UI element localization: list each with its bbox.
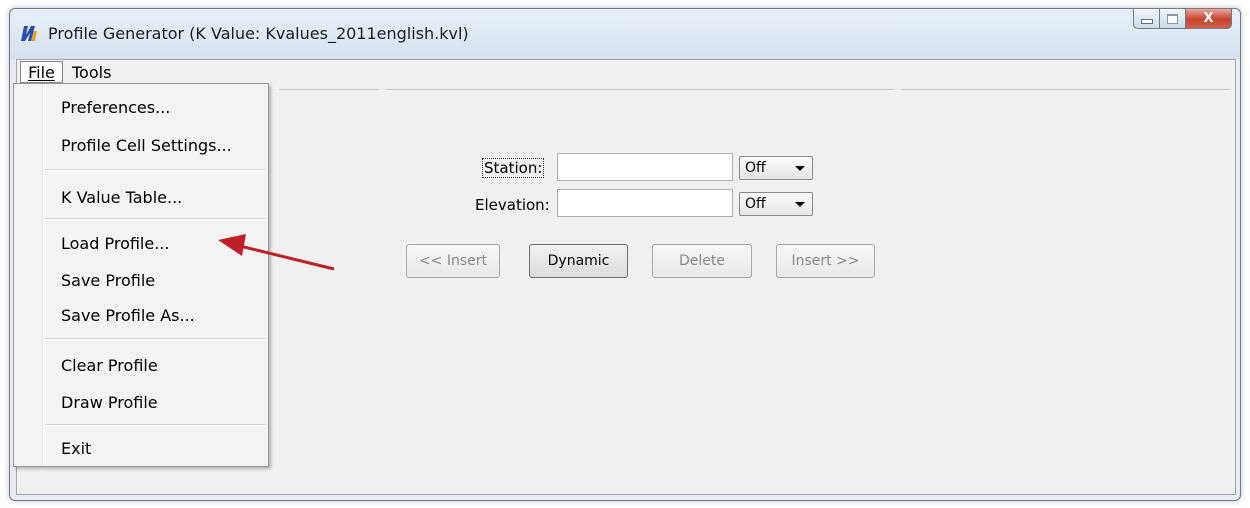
- menu-item-save-profile-as[interactable]: Save Profile As...: [14, 300, 268, 330]
- elevation-mode-value: Off: [745, 196, 766, 212]
- menu-item-label: Load Profile...: [61, 233, 170, 253]
- close-button[interactable]: X: [1186, 9, 1232, 29]
- elevation-label: Elevation:: [475, 196, 550, 214]
- insert-before-label: << Insert: [418, 253, 488, 269]
- maximize-button[interactable]: [1160, 9, 1186, 29]
- group-divider: [901, 89, 1231, 90]
- delete-button[interactable]: Delete: [652, 244, 752, 278]
- menu-item-label: Draw Profile: [61, 392, 158, 412]
- maximize-icon: [1167, 13, 1178, 24]
- menu-tools-label: Tools: [72, 63, 112, 82]
- menu-file-label: File: [28, 62, 55, 82]
- station-mode-value: Off: [745, 160, 766, 176]
- menu-item-label: Preferences...: [61, 97, 171, 117]
- menu-separator: [45, 218, 265, 220]
- menu-item-label: Profile Cell Settings...: [61, 135, 232, 155]
- station-mode-select[interactable]: Off: [739, 156, 813, 180]
- insert-after-label: Insert >>: [791, 253, 860, 269]
- delete-label: Delete: [679, 253, 725, 269]
- dropdown-arrow-icon: [795, 166, 805, 171]
- window-title: Profile Generator (K Value: Kvalues_2011…: [48, 24, 469, 43]
- station-label: Station:: [482, 158, 545, 178]
- menu-separator: [45, 338, 265, 340]
- elevation-mode-select[interactable]: Off: [739, 192, 813, 216]
- menu-separator: [45, 169, 265, 171]
- menu-item-label: Save Profile As...: [61, 305, 195, 325]
- group-divider: [385, 89, 895, 90]
- close-icon: X: [1203, 11, 1214, 26]
- insert-after-button[interactable]: Insert >>: [776, 244, 875, 278]
- dropdown-arrow-icon: [795, 202, 805, 207]
- station-input[interactable]: [557, 153, 733, 181]
- elevation-input[interactable]: [557, 189, 733, 217]
- menu-item-save-profile[interactable]: Save Profile: [14, 265, 268, 295]
- menu-item-exit[interactable]: Exit: [14, 433, 268, 463]
- menu-tools[interactable]: Tools: [72, 63, 111, 82]
- menu-item-clear-profile[interactable]: Clear Profile: [14, 350, 268, 380]
- minimize-icon: [1140, 19, 1153, 24]
- window-controls: X: [1133, 9, 1232, 30]
- menu-item-k-value-table[interactable]: K Value Table...: [14, 182, 268, 212]
- menu-item-preferences[interactable]: Preferences...: [14, 92, 268, 122]
- insert-before-button[interactable]: << Insert: [406, 244, 500, 278]
- menu-item-load-profile[interactable]: Load Profile...: [14, 228, 268, 258]
- menu-separator: [45, 424, 265, 426]
- menu-item-draw-profile[interactable]: Draw Profile: [14, 387, 268, 417]
- file-menu-dropdown: Preferences... Profile Cell Settings... …: [13, 83, 269, 467]
- menu-item-label: K Value Table...: [61, 187, 183, 207]
- menu-item-label: Save Profile: [61, 270, 156, 290]
- minimize-button[interactable]: [1133, 9, 1160, 29]
- menu-item-profile-cell-settings[interactable]: Profile Cell Settings...: [14, 130, 268, 160]
- profile-generator-icon: [21, 26, 37, 41]
- dynamic-button[interactable]: Dynamic: [529, 244, 628, 278]
- menu-item-label: Clear Profile: [61, 355, 158, 375]
- dynamic-label: Dynamic: [547, 253, 610, 269]
- menu-bar: File Tools: [17, 60, 1235, 85]
- menu-item-label: Exit: [61, 438, 92, 458]
- menu-file[interactable]: File: [20, 61, 63, 83]
- title-bar[interactable]: Profile Generator (K Value: Kvalues_2011…: [10, 9, 1240, 59]
- group-divider: [279, 89, 379, 90]
